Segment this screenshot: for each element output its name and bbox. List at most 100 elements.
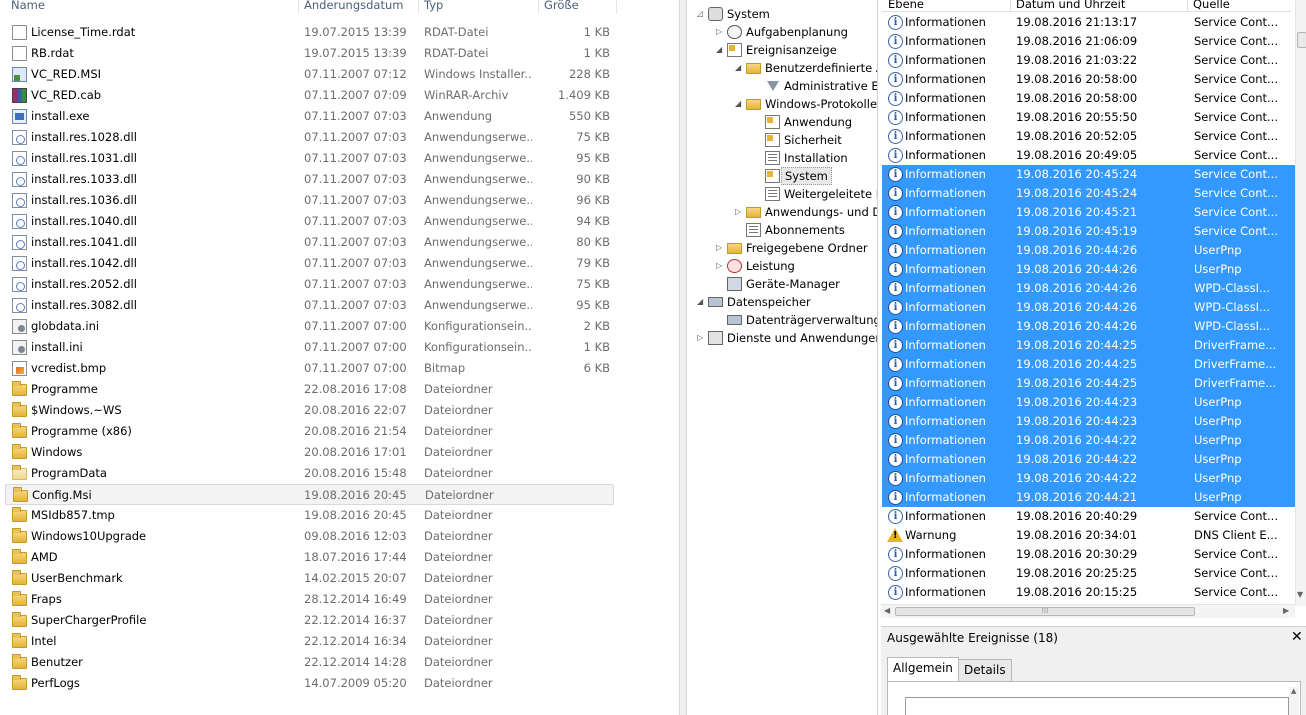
file-row[interactable]: install.res.1033.dll 07.11.2007 07:03 Anwe…	[0, 169, 616, 190]
file-row[interactable]: Programme 22.08.2016 17:08 Dateiordner	[0, 379, 616, 400]
expand-arrow-icon[interactable]: ▷	[716, 23, 725, 41]
event-row[interactable]: i Informationen 19.08.2016 20:40:29 Service…	[882, 507, 1295, 526]
column-separator[interactable]	[298, 0, 299, 14]
close-icon[interactable]: ✕	[1291, 629, 1303, 645]
event-row[interactable]: i Informationen 19.08.2016 20:44:26 WPD-Cla…	[882, 317, 1295, 336]
file-row[interactable]: install.res.1040.dll 07.11.2007 07:03 Anwe…	[0, 211, 616, 232]
file-row[interactable]: Benutzer 22.12.2014 14:28 Dateiordner	[0, 652, 616, 673]
tree-item[interactable]: Anwendung	[687, 113, 877, 131]
event-row[interactable]: i Informationen 19.08.2016 20:58:00 Service…	[882, 70, 1295, 89]
tree-item[interactable]: Weitergeleitete E	[687, 185, 877, 203]
tree-item[interactable]: ▷ Leistung	[687, 257, 877, 275]
file-row[interactable]: $Windows.~WS 20.08.2016 22:07 Dateiordner	[0, 400, 616, 421]
event-row[interactable]: i Informationen 19.08.2016 21:06:09 Service…	[882, 32, 1295, 51]
scrollbar-thumb[interactable]: ⁞⁞⁞	[895, 607, 1195, 616]
tree-item[interactable]: ▷ Dienste und Anwendungen	[687, 329, 877, 347]
collapse-arrow-icon[interactable]: ◢	[697, 293, 706, 311]
tab-details[interactable]: Details	[958, 659, 1012, 681]
event-row[interactable]: i Informationen 19.08.2016 20:44:26 WPD-Cla…	[882, 298, 1295, 317]
column-header-name[interactable]: Name	[11, 0, 45, 12]
event-row[interactable]: i Informationen 19.08.2016 20:15:25 Service…	[882, 583, 1295, 602]
column-header-size[interactable]: Größe	[544, 0, 579, 12]
file-row[interactable]: install.ini 07.11.2007 07:00 Konfiguration…	[0, 337, 616, 358]
scroll-right-arrow-icon[interactable]: ▶	[1283, 606, 1289, 615]
column-header-source[interactable]: Quelle	[1193, 0, 1230, 11]
tree-item[interactable]: ▷ Freigegebene Ordner	[687, 239, 877, 257]
event-row[interactable]: i Informationen 19.08.2016 20:45:24 Service…	[882, 184, 1295, 203]
expand-arrow-icon[interactable]: ▷	[697, 329, 706, 347]
event-list-horizontal-scrollbar[interactable]: ◀ ⁞⁞⁞ ▶	[881, 604, 1295, 618]
scroll-left-arrow-icon[interactable]: ◀	[884, 606, 890, 615]
event-description-box[interactable]	[905, 697, 1289, 715]
collapse-arrow-icon[interactable]: ◢	[735, 95, 744, 113]
event-row[interactable]: i Informationen 19.08.2016 20:44:26 UserPnp	[882, 241, 1295, 260]
event-row[interactable]: i Informationen 19.08.2016 20:44:26 WPD-Cla…	[882, 279, 1295, 298]
scrollbar-thumb[interactable]	[1297, 32, 1306, 48]
expand-arrow-icon[interactable]: ▷	[716, 257, 725, 275]
event-row[interactable]: i Informationen 19.08.2016 20:44:26 UserPnp	[882, 260, 1295, 279]
event-row[interactable]: i Informationen 19.08.2016 20:44:22 UserPnp	[882, 450, 1295, 469]
file-row[interactable]: install.res.1042.dll 07.11.2007 07:03 Anwe…	[0, 253, 616, 274]
column-header-level[interactable]: Ebene	[888, 0, 924, 11]
tree-item[interactable]: Installation	[687, 149, 877, 167]
file-row[interactable]: globdata.ini 07.11.2007 07:00 Konfiguratio…	[0, 316, 616, 337]
column-separator[interactable]	[1010, 0, 1011, 12]
scroll-up-arrow-icon[interactable]: ▲	[1291, 687, 1296, 695]
tree-item[interactable]: ▷ Anwendungs- und D	[687, 203, 877, 221]
file-row[interactable]: SuperChargerProfile 22.12.2014 16:37 Datei…	[0, 610, 616, 631]
file-row[interactable]: install.res.2052.dll 07.11.2007 07:03 Anwe…	[0, 274, 616, 295]
file-row[interactable]: Config.Msi 19.08.2016 20:45 Dateiordner	[5, 484, 614, 505]
event-row[interactable]: ! Warnung 19.08.2016 20:34:01 DNS Client E.…	[882, 526, 1295, 545]
tree-item[interactable]: ▷ Aufgabenplanung	[687, 23, 877, 41]
file-row[interactable]: install.res.1031.dll 07.11.2007 07:03 Anwe…	[0, 148, 616, 169]
expand-arrow-icon[interactable]: ▷	[735, 203, 744, 221]
event-row[interactable]: i Informationen 19.08.2016 20:44:23 UserPnp	[882, 412, 1295, 431]
file-row[interactable]: UserBenchmark 14.02.2015 20:07 Dateiordner	[0, 568, 616, 589]
event-row[interactable]: i Informationen 19.08.2016 20:44:23 UserPnp	[882, 393, 1295, 412]
event-row[interactable]: i Informationen 19.08.2016 20:30:29 Service…	[882, 545, 1295, 564]
column-header-type[interactable]: Typ	[424, 0, 443, 12]
event-list-vertical-scrollbar[interactable]: ▼	[1295, 0, 1306, 606]
file-row[interactable]: MSIdb857.tmp 19.08.2016 20:45 Dateiordner	[0, 505, 616, 526]
file-row[interactable]: RB.rdat 19.07.2015 13:39 RDAT-Datei 1 KB	[0, 43, 616, 64]
tree-item[interactable]: ◢ Datenspeicher	[687, 293, 877, 311]
file-row[interactable]: VC_RED.MSI 07.11.2007 07:12 Windows Instal…	[0, 64, 616, 85]
tree-item[interactable]: ◢ Benutzerdefinierte A	[687, 59, 877, 77]
event-row[interactable]: i Informationen 19.08.2016 20:49:05 Service…	[882, 146, 1295, 165]
event-row[interactable]: i Informationen 19.08.2016 20:44:25 DriverF…	[882, 374, 1295, 393]
collapse-arrow-icon[interactable]: ◢	[735, 59, 744, 77]
tree-item[interactable]: System	[687, 167, 877, 185]
event-row[interactable]: i Informationen 19.08.2016 20:44:25 DriverF…	[882, 355, 1295, 374]
file-row[interactable]: Intel 22.12.2014 16:34 Dateiordner	[0, 631, 616, 652]
tree-item[interactable]: ◢ Ereignisanzeige	[687, 41, 877, 59]
file-row[interactable]: install.res.1041.dll 07.11.2007 07:03 Anwe…	[0, 232, 616, 253]
file-row[interactable]: Windows10Upgrade 09.08.2016 12:03 Dateiord…	[0, 526, 616, 547]
tree-item[interactable]: Abonnements	[687, 221, 877, 239]
event-row[interactable]: i Informationen 19.08.2016 20:55:50 Service…	[882, 108, 1295, 127]
file-row[interactable]: ProgramData 20.08.2016 15:48 Dateiordner	[0, 463, 616, 484]
column-header-date[interactable]: Änderungsdatum	[304, 0, 403, 12]
scroll-down-arrow-icon[interactable]: ▼	[1297, 590, 1303, 599]
file-row[interactable]: install.res.1036.dll 07.11.2007 07:03 Anwe…	[0, 190, 616, 211]
tree-item[interactable]: ◢ Windows-Protokolle	[687, 95, 877, 113]
file-row[interactable]: vcredist.bmp 07.11.2007 07:00 Bitmap 6 KB	[0, 358, 616, 379]
description-scrollbar[interactable]: ▲	[1289, 687, 1299, 715]
expand-arrow-icon[interactable]: ▷	[716, 239, 725, 257]
file-row[interactable]: Fraps 28.12.2014 16:49 Dateiordner	[0, 589, 616, 610]
tree-item[interactable]: Datenträgerverwaltung	[687, 311, 877, 329]
file-row[interactable]: install.res.3082.dll 07.11.2007 07:03 Anwe…	[0, 295, 616, 316]
event-row[interactable]: i Informationen 19.08.2016 20:45:21 Service…	[882, 203, 1295, 222]
tree-item[interactable]: Administrative E	[687, 77, 877, 95]
tab-allgemein[interactable]: Allgemein	[887, 657, 959, 682]
file-row[interactable]: Programme (x86) 20.08.2016 21:54 Dateiordn…	[0, 421, 616, 442]
event-row[interactable]: i Informationen 19.08.2016 20:44:25 DriverF…	[882, 336, 1295, 355]
event-row[interactable]: i Informationen 19.08.2016 20:44:22 UserPnp	[882, 469, 1295, 488]
event-row[interactable]: i Informationen 19.08.2016 21:03:22 Service…	[882, 51, 1295, 70]
column-separator[interactable]	[1187, 0, 1188, 12]
file-row[interactable]: VC_RED.cab 07.11.2007 07:09 WinRAR-Archiv 1…	[0, 85, 616, 106]
file-row[interactable]: Windows 20.08.2016 17:01 Dateiordner	[0, 442, 616, 463]
event-row[interactable]: i Informationen 19.08.2016 20:45:19 Service…	[882, 222, 1295, 241]
column-separator[interactable]	[538, 0, 539, 14]
event-row[interactable]: i Informationen 19.08.2016 20:58:00 Service…	[882, 89, 1295, 108]
column-separator[interactable]	[616, 0, 617, 14]
